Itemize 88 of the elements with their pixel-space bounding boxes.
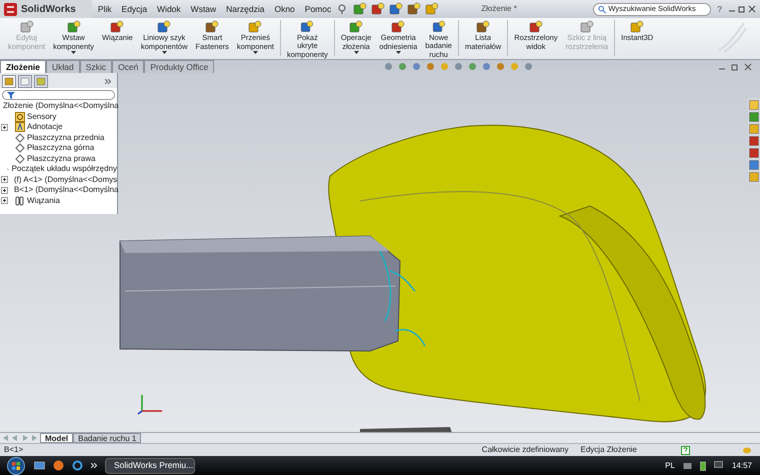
menu-item[interactable]: Okno — [270, 2, 299, 16]
tree-item[interactable]: Płaszczyzna górna — [27, 143, 94, 154]
expand-toggle-icon[interactable] — [1, 176, 8, 184]
menu-item[interactable]: Edycja — [118, 2, 152, 16]
expand-toggle-icon[interactable] — [1, 186, 8, 194]
caret-icon — [252, 51, 258, 54]
tab[interactable]: Oceń — [112, 60, 144, 73]
close-icon[interactable] — [744, 62, 752, 70]
menu-item[interactable]: Plik — [94, 2, 116, 16]
tray-icon[interactable] — [682, 462, 692, 470]
restore-icon[interactable] — [738, 5, 746, 13]
tool-icon — [300, 20, 314, 34]
caret-icon — [71, 51, 76, 54]
tree-item[interactable]: Płaszczyzna przednia — [27, 132, 104, 143]
battery-icon[interactable] — [700, 460, 706, 470]
tool-icon — [476, 20, 490, 34]
tab[interactable]: Produkty Office — [144, 60, 214, 73]
status-text: Edycja Złożenie — [580, 444, 637, 456]
window-title: Złożenie * — [481, 3, 517, 15]
start-button-icon[interactable] — [6, 456, 26, 474]
tab[interactable]: Złożenie — [0, 60, 46, 73]
tool-icon — [353, 2, 368, 16]
sensor-icon — [15, 112, 25, 122]
filter-field[interactable] — [2, 90, 115, 100]
pin-icon[interactable] — [337, 4, 348, 14]
search-icon — [598, 4, 606, 14]
expand-toggle-icon[interactable] — [1, 124, 8, 131]
tree-item[interactable]: (f) A<1> (Domyślna<<Domys — [14, 174, 118, 185]
desktop-icon[interactable] — [34, 460, 45, 470]
tree-item[interactable]: Złożenie (Domyślna<<Domyślna — [3, 101, 119, 112]
caret-icon — [396, 51, 401, 54]
tool-icon — [630, 20, 644, 34]
tool-icon — [66, 20, 81, 34]
tool-icon — [580, 20, 594, 34]
caret-icon — [162, 51, 167, 54]
plane-icon — [15, 143, 25, 154]
tool-icon — [20, 20, 34, 34]
network-icon[interactable] — [714, 461, 724, 470]
caret-icon — [354, 51, 359, 54]
tree-item[interactable]: B<1> (Domyślna<<Domyślna — [14, 185, 118, 196]
status-text: B<1> — [4, 444, 24, 456]
tool-icon — [110, 20, 124, 34]
panel-tab-icon[interactable] — [34, 75, 48, 88]
tree-item[interactable]: Adnotacje — [27, 122, 63, 132]
plane-icon — [15, 132, 25, 143]
panel-tab-icon[interactable] — [18, 75, 32, 88]
taskbar-app-button[interactable]: SolidWorks Premiu... — [105, 458, 195, 474]
tool-icon — [407, 2, 422, 16]
clock: 14:57 — [732, 460, 752, 472]
tab[interactable]: Szkic — [80, 60, 112, 73]
restore-icon[interactable] — [731, 62, 739, 70]
expand-toggle-icon[interactable] — [1, 197, 8, 204]
annotation-icon — [15, 122, 25, 132]
expand-icon[interactable] — [105, 79, 111, 84]
tool-icon — [157, 20, 172, 34]
filter-icon — [7, 92, 15, 98]
close-icon[interactable] — [748, 5, 756, 13]
app-logo-icon — [4, 2, 17, 16]
plane-icon — [15, 154, 25, 164]
tab[interactable]: Układ — [46, 60, 80, 73]
tree-item[interactable]: Sensory — [27, 112, 56, 122]
tree-item[interactable]: Wiązania — [27, 196, 60, 206]
tree-item[interactable]: Płaszczyzna prawa — [27, 154, 96, 164]
menu-item[interactable]: Widok — [153, 2, 185, 16]
tool-icon — [389, 2, 404, 16]
help-button[interactable]: ? — [713, 2, 726, 16]
app-logo: SolidWorks — [21, 2, 77, 16]
view-tab[interactable]: Model — [40, 433, 74, 443]
tool-icon — [205, 20, 220, 34]
axis-triad-icon — [136, 393, 164, 415]
tool-icon — [528, 20, 543, 34]
menu-item[interactable]: Pomoc — [300, 2, 336, 16]
help-icon[interactable] — [681, 446, 690, 454]
tool-icon — [349, 20, 364, 34]
more-icon[interactable] — [91, 463, 97, 468]
status-text: Całkowicie zdefiniowany — [482, 444, 569, 456]
tool-icon — [425, 2, 440, 16]
tool-icon — [371, 2, 386, 16]
panel-tab-icon[interactable] — [2, 75, 16, 88]
tool-icon — [248, 20, 262, 34]
tool-icon — [391, 20, 406, 34]
menu-item[interactable]: Wstaw — [186, 2, 220, 16]
tool-icon — [432, 20, 446, 34]
navigation-arrows-icon[interactable] — [2, 434, 38, 442]
tree-item[interactable]: Początek układu współrzędny — [12, 164, 117, 174]
view-tab[interactable]: Badanie ruchu 1 — [73, 433, 142, 443]
language-indicator[interactable]: PL — [665, 460, 675, 472]
menu-item[interactable]: Narzędzia — [222, 2, 268, 16]
